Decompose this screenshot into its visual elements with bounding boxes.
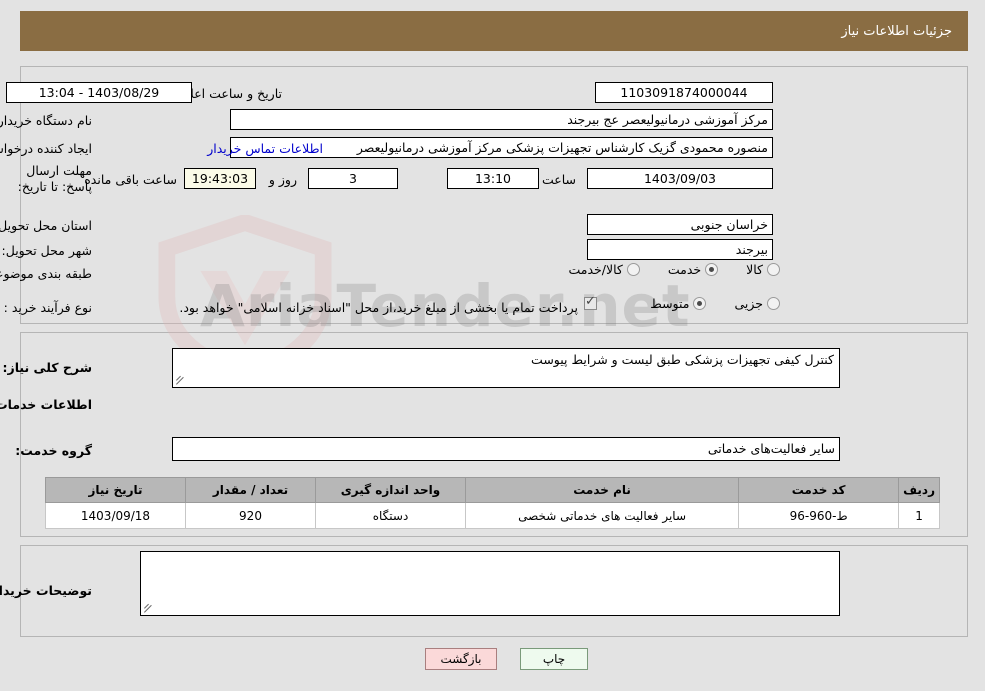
back-button[interactable]: بازگشت xyxy=(425,648,497,670)
category-option-label: کالا xyxy=(746,262,763,277)
deadline-hour-value: 13:10 xyxy=(447,168,539,189)
table-header-cell: نام خدمت xyxy=(464,477,740,503)
table-header-cell: ردیف xyxy=(898,477,940,503)
process-option-0[interactable]: جزیی xyxy=(734,296,780,311)
deadline-date-value: 1403/09/03 xyxy=(587,168,773,189)
buyer-notes-label: توضیحات خریدار: xyxy=(0,583,92,598)
need-description-textarea[interactable]: کنترل کیفی تجهیزات پزشکی طبق لیست و شرای… xyxy=(172,348,840,388)
table-header-cell: واحد اندازه گیری xyxy=(315,477,466,503)
category-radio-group[interactable]: کالا خدمت کالا/خدمت xyxy=(540,262,780,277)
page-header: جزئیات اطلاعات نیاز xyxy=(20,11,968,51)
need-description-label: شرح کلی نیاز: xyxy=(2,360,92,375)
resize-grip-icon[interactable] xyxy=(175,374,187,386)
process-type-label: نوع فرآیند خرید : xyxy=(3,300,92,315)
table-row: 1 ط-960-96 سایر فعالیت های خدماتی شخصی دستگ… xyxy=(45,502,940,529)
table-header-cell: تاریخ نیاز xyxy=(45,477,186,503)
services-section-title: اطلاعات خدمات مورد نیاز xyxy=(0,397,92,412)
category-option-0[interactable]: کالا xyxy=(746,262,780,277)
buyer-notes-textarea[interactable] xyxy=(140,551,840,616)
process-radio-icon[interactable] xyxy=(693,297,707,310)
announce-datetime-value: 1403/08/29 - 13:04 xyxy=(6,82,192,103)
need-info-panel xyxy=(20,66,968,324)
remaining-time-label: ساعت باقی مانده xyxy=(84,172,177,187)
page-root: جزئیات اطلاعات نیاز شماره نیاز: 11030918… xyxy=(0,0,985,691)
deadline-hour-label: ساعت xyxy=(541,172,576,187)
category-option-2[interactable]: کالا/خدمت xyxy=(568,262,640,277)
page-title: جزئیات اطلاعات نیاز xyxy=(841,23,952,39)
buyer-org-label: نام دستگاه خریدار: xyxy=(0,113,92,128)
city-label: شهر محل تحویل: xyxy=(1,243,92,258)
category-option-label: کالا/خدمت xyxy=(568,262,623,277)
category-option-label: خدمت xyxy=(667,262,702,277)
table-cell: سایر فعالیت های خدماتی شخصی xyxy=(464,502,740,529)
table-cell: 920 xyxy=(185,502,316,529)
deadline-label: مهلت ارسال پاسخ: تا تاریخ: xyxy=(17,163,92,194)
process-option-label: جزیی xyxy=(734,296,763,311)
category-label: طبقه بندی موضوعی: xyxy=(0,266,92,281)
process-radio-group[interactable]: جزیی متوسط xyxy=(622,296,780,311)
province-value: خراسان جنوبی xyxy=(587,214,773,235)
table-header-cell: کد خدمت xyxy=(738,477,900,503)
buyer-contact-link[interactable]: اطلاعات تماس خریدار xyxy=(207,141,323,156)
table-header-row: ردیف کد خدمت نام خدمت واحد اندازه گیری تعداد… xyxy=(45,477,940,503)
remaining-time-value: 19:43:03 xyxy=(184,168,256,189)
table-cell: 1 xyxy=(898,502,940,529)
resize-grip-icon[interactable] xyxy=(143,602,155,614)
service-group-label: گروه خدمت: xyxy=(15,443,92,458)
process-radio-icon[interactable] xyxy=(767,297,780,310)
category-radio-icon[interactable] xyxy=(626,263,640,276)
services-table: ردیف کد خدمت نام خدمت واحد اندازه گیری تعداد… xyxy=(45,477,940,529)
print-button[interactable]: چاپ xyxy=(520,648,588,670)
treasury-note-text: پرداخت تمام یا بخشی از مبلغ خرید،از محل … xyxy=(179,300,578,315)
table-body: 1 ط-960-96 سایر فعالیت های خدماتی شخصی دستگ… xyxy=(45,502,940,529)
province-label: استان محل تحویل: xyxy=(0,218,92,233)
table-cell: 1403/09/18 xyxy=(45,502,186,529)
table-cell: ط-960-96 xyxy=(738,502,900,529)
category-option-1[interactable]: خدمت xyxy=(667,262,719,277)
table-header-cell: تعداد / مقدار xyxy=(185,477,316,503)
request-creator-label: ایجاد کننده درخواست: xyxy=(0,141,92,156)
process-option-1[interactable]: متوسط xyxy=(650,296,707,311)
remaining-days-value: 3 xyxy=(308,168,398,189)
category-radio-icon[interactable] xyxy=(705,263,719,276)
remaining-days-label: روز و xyxy=(268,172,297,187)
need-description-value: کنترل کیفی تجهیزات پزشکی طبق لیست و شرای… xyxy=(531,352,834,367)
category-radio-icon[interactable] xyxy=(767,263,780,276)
city-value: بیرجند xyxy=(587,239,773,260)
need-number-value: 1103091874000044 xyxy=(595,82,773,103)
process-option-label: متوسط xyxy=(650,296,690,311)
service-group-value: سایر فعالیت‌های خدماتی xyxy=(172,437,840,461)
buyer-org-value: مرکز آموزشی درمانیولیعصر عج بیرجند xyxy=(230,109,773,130)
table-cell: دستگاه xyxy=(315,502,466,529)
treasury-checkbox[interactable] xyxy=(584,294,597,310)
